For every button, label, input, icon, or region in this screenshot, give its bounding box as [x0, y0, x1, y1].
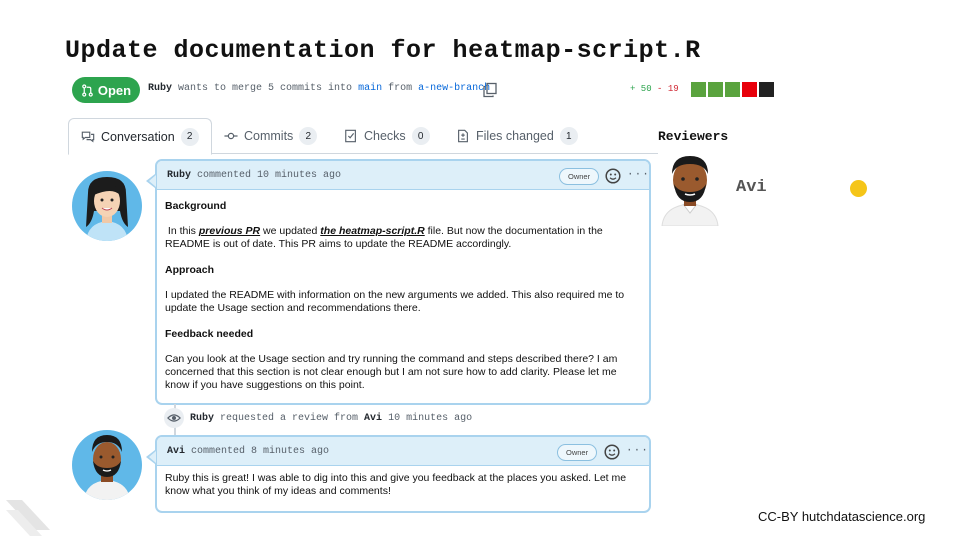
checks-icon [345, 129, 356, 143]
diffstat-block [742, 82, 757, 97]
diffstat-block [759, 82, 774, 97]
reviewers-heading: Reviewers [658, 129, 729, 144]
comment-pointer [146, 174, 156, 188]
tab-label: Commits [244, 129, 294, 143]
owner-badge: Owner [557, 444, 598, 461]
emoji-reaction-icon[interactable] [604, 444, 620, 460]
avatar-ruby[interactable] [72, 171, 142, 241]
comment-ruby: Ruby commented 10 minutes ago Owner ··· … [146, 159, 651, 405]
heatmap-script-link[interactable]: the heatmap-script.R [320, 225, 424, 237]
commit-icon [224, 132, 238, 140]
emoji-reaction-icon[interactable] [605, 168, 621, 184]
tab-label: Files changed [476, 129, 554, 143]
diffstat-block [691, 82, 706, 97]
conversation-icon [81, 131, 95, 143]
comment-pointer [146, 450, 156, 464]
slide-title: Update documentation for heatmap-script.… [65, 36, 701, 65]
copy-icon[interactable] [482, 82, 498, 98]
hutch-logo-icon [6, 500, 50, 536]
text-span: we updated [260, 225, 321, 237]
event-text: requested a review from [220, 412, 359, 424]
comment-body: Background In this previous PR we update… [157, 200, 649, 392]
file-diff-icon [458, 129, 468, 143]
diffstat: + 50 - 19 [630, 84, 679, 94]
comment-avi: Avi commented 8 minutes ago Owner ··· Ru… [146, 435, 651, 513]
diffstat-block [725, 82, 740, 97]
section-heading: Approach [165, 264, 215, 276]
pr-status-label: Open [97, 82, 132, 98]
base-branch[interactable]: main [358, 83, 382, 94]
tab-count: 2 [299, 127, 318, 145]
license-text: CC-BY hutchdatascience.org [758, 509, 926, 524]
section-heading: Feedback needed [165, 328, 254, 340]
review-pending-indicator [850, 180, 867, 197]
owner-badge: Owner [559, 168, 600, 185]
merge-text: wants to merge 5 commits into [178, 83, 353, 94]
comment-body: Ruby this is great! I was able to dig in… [157, 466, 649, 498]
diffstat-blocks [691, 82, 774, 97]
comment-meta: commented 10 minutes ago [197, 169, 342, 181]
reviewer-avatar[interactable] [656, 150, 724, 226]
tab-label: Conversation [101, 129, 175, 144]
previous-pr-link[interactable]: previous PR [199, 225, 260, 237]
review-request-event: Ruby requested a review from Avi 10 minu… [164, 408, 472, 428]
eye-icon [164, 408, 184, 428]
comment-meta: commented 8 minutes ago [191, 445, 330, 457]
comment-header: Ruby commented 10 minutes ago Owner ··· [157, 161, 649, 190]
pr-status-badge: Open [72, 77, 140, 103]
tab-checks[interactable]: Checks 0 [344, 118, 430, 154]
pull-request-icon [82, 83, 93, 97]
tab-count: 0 [411, 127, 430, 145]
comment-paragraph: Ruby this is great! I was able to dig in… [165, 472, 627, 497]
deletions-count: - 19 [657, 84, 679, 94]
tab-count: 2 [180, 127, 199, 146]
event-time: 10 minutes ago [388, 412, 473, 424]
additions-count: + 50 [630, 84, 652, 94]
more-options-icon[interactable]: ··· [626, 445, 649, 457]
tab-commits[interactable]: Commits 2 [224, 118, 318, 154]
comment-author[interactable]: Avi [167, 446, 185, 457]
comment-paragraph: In this previous PR we updated the heatm… [165, 225, 641, 251]
avi-avatar-illustration [84, 435, 130, 500]
tab-count: 1 [559, 127, 578, 145]
merge-description: Ruby wants to merge 5 commits into main … [148, 83, 490, 94]
pr-author[interactable]: Ruby [148, 83, 172, 94]
diffstat-block [708, 82, 723, 97]
pr-header: Open Ruby wants to merge 5 commits into … [72, 77, 782, 103]
tab-label: Checks [364, 129, 406, 143]
tab-files-changed[interactable]: Files changed 1 [456, 118, 578, 154]
reviewer-name[interactable]: Avi [736, 178, 767, 197]
section-heading: Background [165, 200, 227, 212]
tab-conversation[interactable]: Conversation 2 [68, 118, 212, 155]
pr-tabs: Conversation 2 Commits 2 Checks 0 Files … [68, 118, 658, 155]
comment-paragraph: Can you look at the Usage section and tr… [165, 353, 618, 391]
comment-paragraph: I updated the README with information on… [165, 289, 625, 314]
head-branch[interactable]: a-new-branch [418, 83, 490, 94]
text-span: In this [167, 225, 199, 237]
from-text: from [388, 83, 413, 94]
comment-author[interactable]: Ruby [167, 170, 191, 181]
comment-header: Avi commented 8 minutes ago Owner ··· [157, 437, 649, 466]
event-actor[interactable]: Ruby [190, 413, 214, 424]
ruby-avatar-illustration [86, 177, 128, 241]
event-reviewer[interactable]: Avi [364, 413, 382, 424]
avatar-avi[interactable] [72, 430, 142, 500]
more-options-icon[interactable]: ··· [627, 169, 650, 181]
